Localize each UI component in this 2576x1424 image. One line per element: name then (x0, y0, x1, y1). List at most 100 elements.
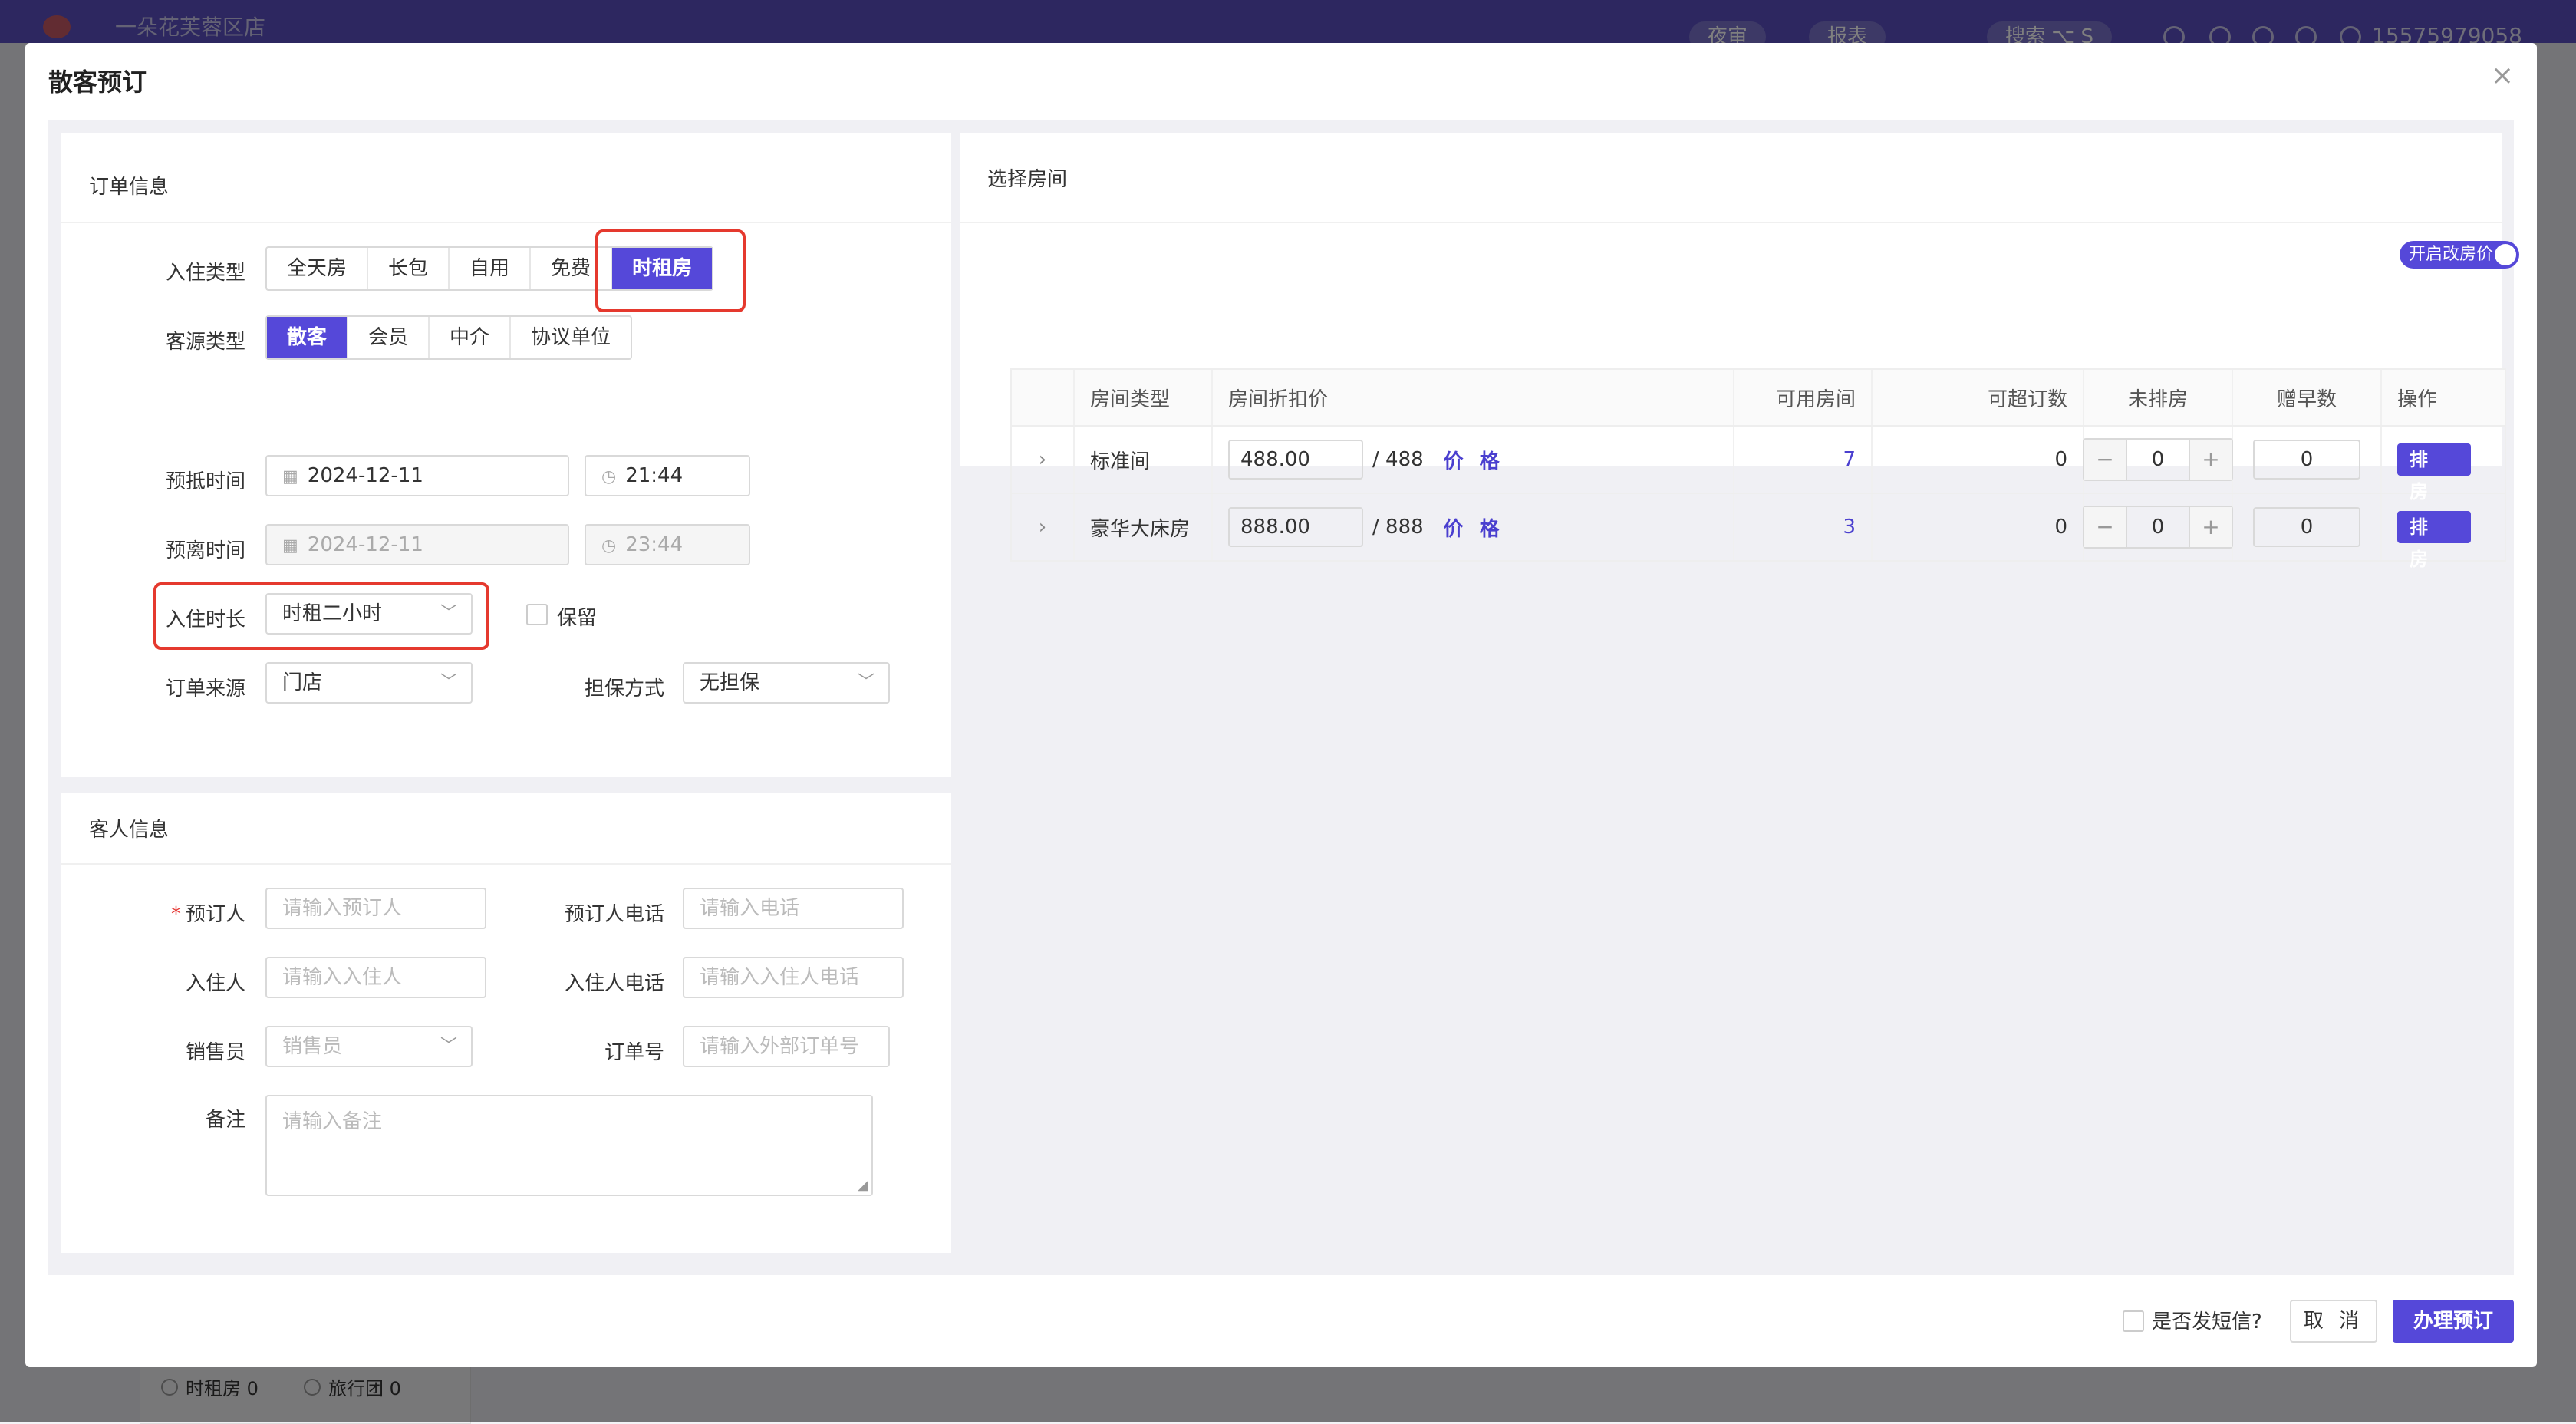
sales-placeholder: 销售员 (282, 1035, 343, 1058)
available-rooms[interactable]: 3 (1734, 494, 1873, 560)
toggle-knob (2495, 244, 2516, 265)
calendar-icon: ▦ (282, 467, 298, 486)
column-header: 操作 (2397, 387, 2438, 411)
unassigned-cell: − 0 + (2083, 427, 2233, 493)
guest-type-option[interactable]: 协议单位 (511, 317, 631, 358)
duration-select[interactable]: 时租二小时 ﹀ (265, 593, 473, 635)
chevron-right-icon[interactable]: › (1012, 494, 1075, 560)
breakfast-input[interactable]: 0 (2253, 507, 2360, 547)
column-header: 赠早数 (2233, 370, 2382, 425)
checkin-type-option-selected[interactable]: 时租房 (612, 248, 713, 289)
order-no-input[interactable]: 请输入外部订单号 (683, 1026, 890, 1067)
column-header: 可用房间 (1734, 370, 1873, 425)
sms-label: 是否发短信? (2152, 1310, 2262, 1333)
divider (61, 863, 951, 865)
remark-placeholder: 请输入备注 (282, 1110, 383, 1133)
plus-button[interactable]: + (2190, 440, 2232, 480)
column-header: 可超订数 (1873, 370, 2084, 425)
sales-select[interactable]: 销售员 ﹀ (265, 1026, 473, 1067)
guarantee-select[interactable]: 无担保 ﹀ (683, 662, 890, 704)
resident-input[interactable]: 请输入入住人 (265, 957, 486, 998)
base-price: / 488 (1372, 448, 1424, 471)
guest-info-panel: 客人信息 * 预订人 请输入预订人 预订人电话 请输入电话 入住人 请输入入住人 … (61, 793, 951, 1253)
discount-price-input[interactable]: 888.00 (1228, 507, 1363, 547)
source-value: 门店 (282, 671, 323, 694)
unassigned-cell: − 0 + (2083, 494, 2233, 560)
quantity-value[interactable]: 0 (2126, 507, 2190, 547)
minus-button[interactable]: − (2084, 507, 2126, 547)
resident-label: 入住人 (185, 972, 245, 995)
discount-price-input[interactable]: 488.00 (1228, 440, 1363, 480)
column-header: 房间折扣价 (1213, 370, 1734, 425)
table-row: › 豪华大床房 888.00 / 888 价 格 3 0 − 0 + 0 排 房 (1012, 494, 2505, 570)
divider (61, 222, 951, 223)
booker-label-text: 预订人 (185, 903, 245, 926)
booker-input[interactable]: 请输入预订人 (265, 888, 486, 929)
column-header: 未排房 (2084, 370, 2233, 425)
guest-type-option[interactable]: 中介 (430, 317, 512, 358)
keep-label: 保留 (557, 607, 598, 630)
required-mark: * (170, 903, 181, 926)
sms-checkbox[interactable] (2123, 1310, 2144, 1332)
guest-type-option[interactable]: 会员 (348, 317, 430, 358)
arrive-date-value: 2024-12-11 (307, 464, 423, 487)
keep-checkbox[interactable] (526, 604, 548, 625)
modal-title: 散客预订 (48, 68, 147, 97)
chevron-right-icon[interactable]: › (1012, 427, 1075, 493)
booking-modal: 散客预订 × 订单信息 入住类型 全天房 长包 自用 免费 时租房 客源类型 散… (25, 43, 2537, 1367)
checkin-type-option[interactable]: 长包 (368, 248, 450, 289)
price-cell: 488.00 / 488 价 格 (1213, 427, 1734, 493)
action-cell: 排 房 (2382, 494, 2486, 570)
guest-type-option-selected[interactable]: 散客 (267, 317, 349, 358)
assign-room-button[interactable]: 排 房 (2397, 443, 2471, 503)
close-icon[interactable]: × (2491, 60, 2514, 91)
checkin-type-option[interactable]: 免费 (531, 248, 613, 289)
checkin-type-segmented: 全天房 长包 自用 免费 时租房 (265, 246, 714, 291)
submit-booking-button[interactable]: 办理预订 (2393, 1300, 2514, 1343)
arrive-time-value: 21:44 (625, 464, 684, 487)
resident-phone-label: 入住人电话 (564, 972, 664, 995)
available-rooms[interactable]: 7 (1734, 427, 1873, 493)
minus-button[interactable]: − (2084, 440, 2126, 480)
room-select-title: 选择房间 (987, 168, 1068, 191)
guest-type-label: 客源类型 (165, 331, 245, 354)
leave-time-picker: ◷ 23:44 (585, 524, 750, 565)
resident-placeholder: 请输入入住人 (282, 966, 403, 989)
room-type: 豪华大床房 (1075, 494, 1213, 560)
breakfast-input[interactable]: 0 (2253, 440, 2360, 480)
table-row: › 标准间 488.00 / 488 价 格 7 0 − 0 + 0 排 房 (1012, 427, 2505, 503)
arrive-date-picker[interactable]: ▦ 2024-12-11 (265, 455, 569, 496)
room-type: 标准间 (1075, 427, 1213, 493)
checkin-type-option[interactable]: 自用 (450, 248, 532, 289)
booker-phone-input[interactable]: 请输入电话 (683, 888, 904, 929)
divider (960, 222, 2502, 223)
quantity-value[interactable]: 0 (2126, 440, 2190, 480)
checkin-type-option[interactable]: 全天房 (267, 248, 369, 289)
duration-label: 入住时长 (165, 608, 245, 631)
clock-icon: ◷ (601, 467, 617, 486)
arrive-time-picker[interactable]: ◷ 21:44 (585, 455, 750, 496)
booker-placeholder: 请输入预订人 (282, 897, 403, 920)
order-info-title: 订单信息 (89, 176, 170, 199)
guest-info-title: 客人信息 (89, 819, 170, 842)
price-cell: 888.00 / 888 价 格 (1213, 494, 1734, 560)
leave-time-value: 23:44 (625, 533, 684, 556)
resident-phone-input[interactable]: 请输入入住人电话 (683, 957, 904, 998)
overbook-count: 0 (1873, 427, 2084, 493)
price-link[interactable]: 价 格 (1444, 513, 1504, 542)
arrive-time-label: 预抵时间 (165, 470, 245, 493)
resize-handle-icon[interactable]: ◢ (858, 1177, 868, 1193)
cancel-button[interactable]: 取 消 (2290, 1300, 2377, 1343)
plus-button[interactable]: + (2190, 507, 2232, 547)
room-table: 房间类型 房间折扣价 可用房间 可超订数 未排房 赠早数 操作 › 标准间 48… (1010, 368, 2506, 570)
assign-room-button[interactable]: 排 房 (2397, 511, 2471, 570)
source-select[interactable]: 门店 ﹀ (265, 662, 473, 704)
booker-phone-placeholder: 请输入电话 (700, 897, 800, 920)
guest-type-segmented: 散客 会员 中介 协议单位 (265, 315, 633, 360)
price-edit-toggle[interactable]: 开启改房价 (2400, 241, 2519, 269)
remark-textarea[interactable]: 请输入备注 ◢ (265, 1095, 873, 1196)
price-link[interactable]: 价 格 (1444, 446, 1504, 474)
leave-date-picker: ▦ 2024-12-11 (265, 524, 569, 565)
guarantee-value: 无担保 (700, 671, 760, 694)
breakfast-cell: 0 (2233, 427, 2382, 493)
